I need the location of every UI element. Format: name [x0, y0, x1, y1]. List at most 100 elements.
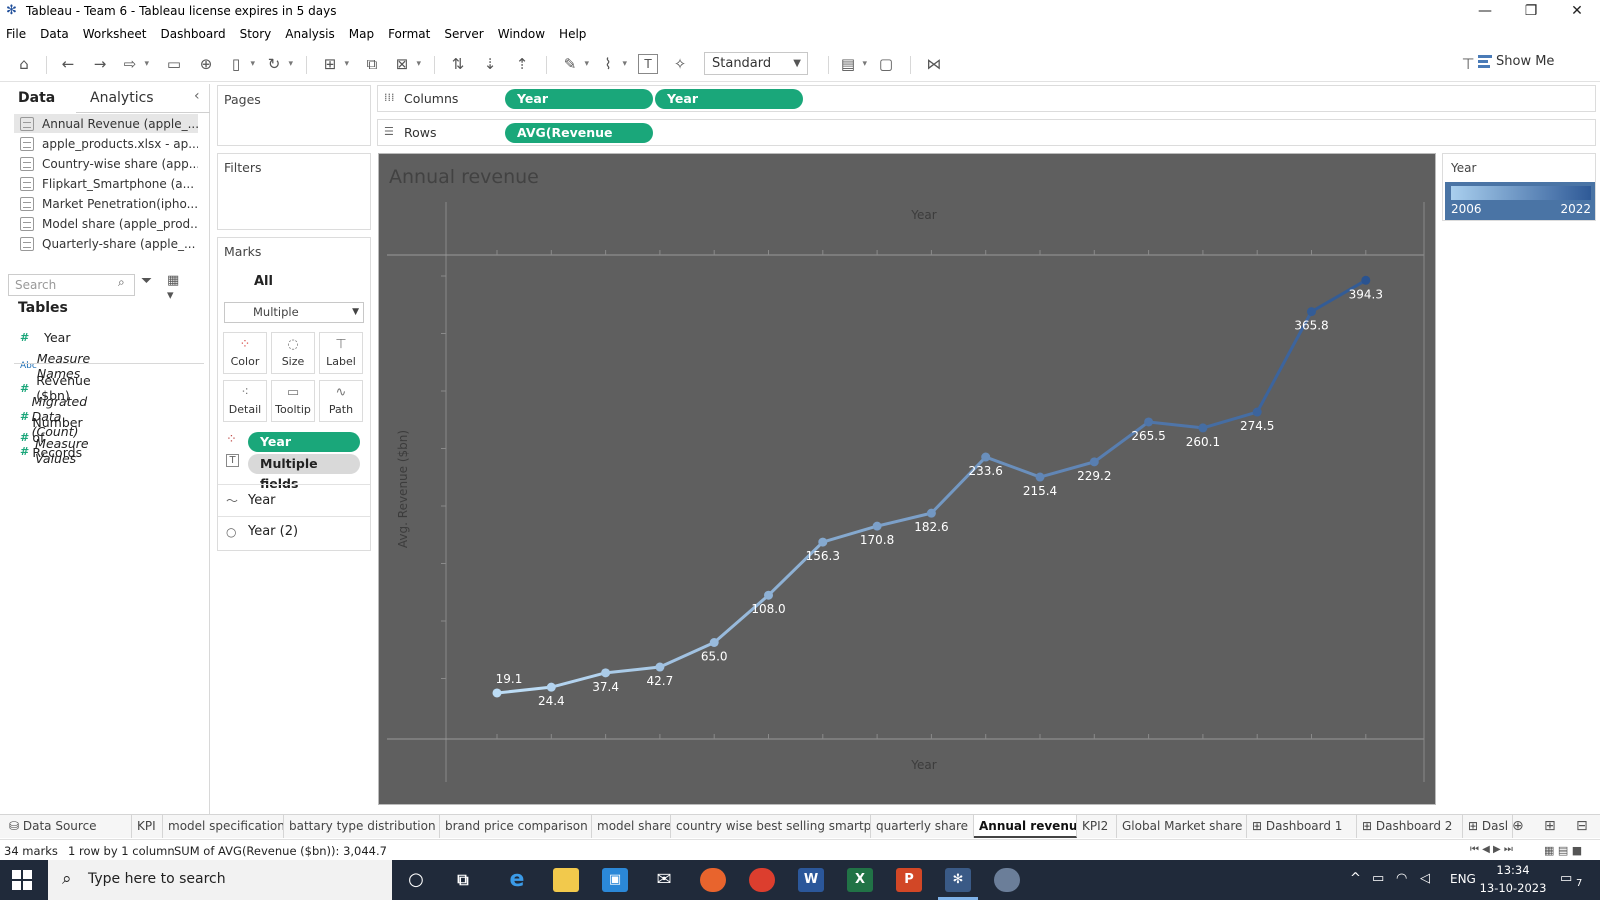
- edge-icon[interactable]: e: [504, 868, 530, 892]
- fix-axes-icon[interactable]: ✧: [670, 54, 690, 74]
- wifi-icon[interactable]: ◠: [1396, 871, 1407, 886]
- chrome-icon[interactable]: [749, 868, 775, 892]
- color-button[interactable]: ⁘ Color: [223, 332, 267, 374]
- paint-app-icon[interactable]: [994, 868, 1020, 892]
- undo-icon[interactable]: ←: [58, 54, 78, 74]
- show-labels-icon[interactable]: T: [638, 54, 658, 74]
- sort-descending-icon[interactable]: ⇡: [512, 54, 532, 74]
- dashboard-tab[interactable]: ⊞ Dashboard 1: [1247, 815, 1357, 838]
- search-icon[interactable]: ⌕: [118, 275, 125, 290]
- sheet-tab[interactable]: KPI: [132, 815, 163, 838]
- sort-ascending-icon[interactable]: ⇣: [480, 54, 500, 74]
- new-story-icon[interactable]: ⊟: [1576, 818, 1588, 834]
- rows-revenue-pill[interactable]: AVG(Revenue ($bn)): [505, 123, 653, 160]
- path-button[interactable]: ∿ Path: [319, 380, 363, 422]
- sheet-tab-active[interactable]: Annual revenue: [974, 815, 1077, 838]
- tab-data[interactable]: Data: [18, 90, 55, 106]
- view-options-icon[interactable]: ▦ ▾: [167, 273, 179, 303]
- field-year[interactable]: # Year: [20, 330, 70, 345]
- clock-date[interactable]: 13-10-2023: [1478, 881, 1548, 895]
- sheet-tab[interactable]: model share: [592, 815, 671, 838]
- language-indicator[interactable]: ENG: [1450, 872, 1476, 886]
- battery-icon[interactable]: ▭: [1372, 871, 1384, 886]
- tab-analytics[interactable]: Analytics: [90, 90, 154, 106]
- filter-icon[interactable]: ⏷: [141, 273, 152, 289]
- sheet-tab[interactable]: brand price comparison: [440, 815, 592, 838]
- sheet-tab[interactable]: Global Market share: [1117, 815, 1247, 838]
- dashboard-tab[interactable]: ⊞ Dashboard 2: [1357, 815, 1463, 838]
- new-worksheet-icon[interactable]: ⊞: [320, 54, 349, 74]
- duplicate-icon[interactable]: ⧉: [362, 54, 382, 74]
- paint-icon[interactable]: ⊤: [1458, 54, 1478, 74]
- pause-updates-icon[interactable]: ▯: [226, 54, 255, 74]
- marks-all-tab[interactable]: All: [254, 274, 273, 289]
- sheet-tab[interactable]: model specification: [163, 815, 284, 838]
- restore-button[interactable]: ❐: [1508, 0, 1554, 22]
- menu-window[interactable]: Window: [498, 27, 545, 41]
- presentation-icon[interactable]: ▢: [876, 54, 896, 74]
- firefox-icon[interactable]: [700, 868, 726, 892]
- color-year-pill[interactable]: Year: [248, 432, 360, 452]
- sheet-tab[interactable]: quarterly share: [871, 815, 974, 838]
- color-legend[interactable]: Year 2006 2022: [1442, 153, 1596, 221]
- windows-start-icon[interactable]: [12, 870, 32, 890]
- show-me-button[interactable]: Show Me: [1496, 54, 1554, 69]
- replay-icon[interactable]: ⇨: [120, 54, 149, 74]
- pages-shelf[interactable]: Pages: [217, 85, 371, 146]
- menu-format[interactable]: Format: [388, 27, 430, 41]
- chart-view[interactable]: Annual revenue Year Year Avg. Revenue ($bn…: [378, 153, 1436, 805]
- collapse-icon[interactable]: ‹: [194, 88, 200, 104]
- swap-icon[interactable]: ⇅: [448, 54, 468, 74]
- minimize-button[interactable]: —: [1462, 0, 1508, 22]
- menu-file[interactable]: File: [6, 27, 26, 41]
- field-measure-values[interactable]: # Measure Values: [20, 436, 97, 466]
- tableau-taskbar-icon[interactable]: ✻: [945, 868, 971, 892]
- notification-icon[interactable]: ▭: [1560, 871, 1572, 886]
- sheet-navigation-icon[interactable]: ⏮ ◀ ▶ ⏭: [1470, 844, 1513, 855]
- fit-select[interactable]: Standard ▼: [704, 52, 808, 75]
- group-icon[interactable]: ⌇: [598, 54, 627, 74]
- menu-map[interactable]: Map: [349, 27, 374, 41]
- datasource-item[interactable]: Flipkart_Smartphone (a...: [14, 174, 198, 193]
- menu-dashboard[interactable]: Dashboard: [160, 27, 225, 41]
- datasource-item[interactable]: Quarterly-share (apple_...: [14, 234, 198, 253]
- clear-sheet-icon[interactable]: ⊠: [392, 54, 421, 74]
- dashboard-tab[interactable]: ⊞ Dasl: [1463, 815, 1513, 838]
- datasource-item[interactable]: Country-wise share (app...: [14, 154, 198, 173]
- highlight-icon[interactable]: ✎: [560, 54, 589, 74]
- show-cards-icon[interactable]: ▤: [838, 54, 867, 74]
- file-explorer-icon[interactable]: [553, 868, 579, 892]
- volume-icon[interactable]: ◁: [1420, 871, 1430, 886]
- new-datasource-icon[interactable]: ⊕: [196, 54, 216, 74]
- clock-time[interactable]: 13:34: [1478, 863, 1548, 877]
- menu-analysis[interactable]: Analysis: [285, 27, 334, 41]
- mail-icon[interactable]: ✉: [651, 868, 677, 892]
- datasource-item[interactable]: Annual Revenue (apple_...: [14, 114, 198, 133]
- refresh-icon[interactable]: ↻: [264, 54, 293, 74]
- home-icon[interactable]: ⌂: [14, 54, 34, 74]
- columns-year-pill[interactable]: Year: [655, 89, 803, 109]
- cortana-icon[interactable]: ○: [403, 868, 429, 892]
- marks-layer-year-2[interactable]: ○ Year (2): [226, 524, 298, 539]
- new-dashboard-icon[interactable]: ⊞: [1544, 818, 1556, 834]
- excel-icon[interactable]: X: [847, 868, 873, 892]
- datasource-item[interactable]: apple_products.xlsx - ap...: [14, 134, 198, 153]
- menu-worksheet[interactable]: Worksheet: [83, 27, 147, 41]
- word-icon[interactable]: W: [798, 868, 824, 892]
- redo-icon[interactable]: →: [90, 54, 110, 74]
- tooltip-button[interactable]: ▭ Tooltip: [271, 380, 315, 422]
- menu-data[interactable]: Data: [40, 27, 69, 41]
- powerpoint-icon[interactable]: P: [896, 868, 922, 892]
- tray-chevron-icon[interactable]: ^: [1350, 871, 1361, 886]
- marks-layer-year[interactable]: 〜 Year: [226, 492, 276, 509]
- label-button[interactable]: ⊤ Label: [319, 332, 363, 374]
- data-source-tab[interactable]: ⛁ Data Source: [4, 815, 132, 838]
- task-view-icon[interactable]: ⧉: [450, 868, 476, 892]
- columns-year-pill[interactable]: Year: [505, 89, 653, 109]
- sheet-tab[interactable]: country wise best selling smartp...: [671, 815, 871, 838]
- datasource-item[interactable]: Market Penetration(ipho...: [14, 194, 198, 213]
- sheet-tab[interactable]: battary type distribution: [284, 815, 440, 838]
- save-icon[interactable]: ▭: [164, 54, 184, 74]
- menu-story[interactable]: Story: [240, 27, 272, 41]
- size-button[interactable]: ◌ Size: [271, 332, 315, 374]
